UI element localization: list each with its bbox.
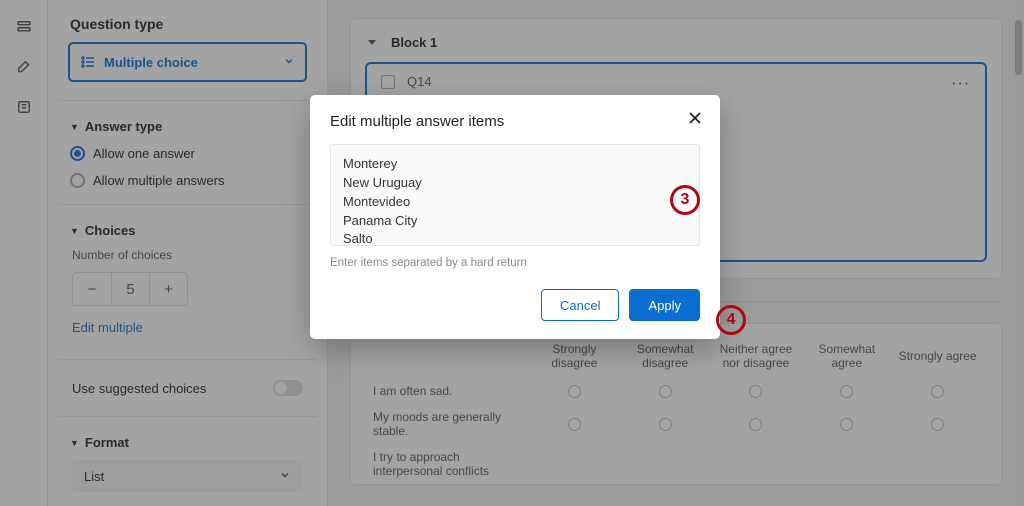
close-icon[interactable]	[688, 111, 702, 128]
modal-hint: Enter items separated by a hard return	[330, 249, 700, 283]
modal-title: Edit multiple answer items	[330, 113, 700, 130]
apply-button[interactable]: Apply	[629, 289, 700, 321]
edit-multiple-modal: Edit multiple answer items Enter items s…	[310, 95, 720, 339]
callout-3: 3	[670, 185, 700, 215]
callout-4: 4	[716, 305, 746, 335]
cancel-button[interactable]: Cancel	[541, 289, 619, 321]
items-textarea[interactable]	[330, 144, 700, 246]
